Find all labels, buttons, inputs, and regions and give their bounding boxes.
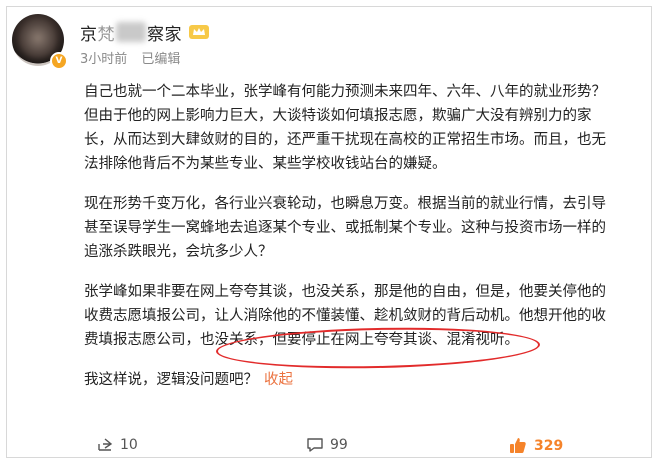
author-name-middle: 梵 bbox=[97, 24, 115, 45]
action-bar: 10 99 329 bbox=[0, 430, 660, 460]
author-name[interactable]: 京 梵 察家 bbox=[80, 20, 210, 45]
author-name-prefix: 京 bbox=[80, 24, 98, 45]
share-button[interactable]: 10 bbox=[96, 436, 138, 454]
post-header: V 京 梵 察家 3小时前 已编辑 bbox=[10, 10, 630, 70]
crown-icon bbox=[189, 25, 209, 39]
paragraph-2: 现在形势千变万化，各行业兴衰轮动，也瞬息万变。根据当前的就业行情，去引导 甚至误… bbox=[84, 192, 644, 264]
collapse-link[interactable]: 收起 bbox=[264, 372, 293, 388]
post-meta: 3小时前 已编辑 bbox=[80, 48, 180, 67]
name-redaction bbox=[116, 22, 146, 42]
paragraph-1: 自己也就一个二本毕业，张学峰有何能力预测未来四年、六年、八年的就业形势？ 但由于… bbox=[84, 80, 644, 176]
verified-badge: V bbox=[50, 52, 68, 70]
avatar-blur bbox=[20, 20, 56, 60]
text-line: 收费志愿填报公司，让人消除他的不懂装懂、趁机敛财的背后动机。他想开他的收 bbox=[84, 308, 606, 324]
comment-count: 99 bbox=[330, 437, 348, 453]
thumbs-up-icon bbox=[510, 438, 526, 453]
share-count: 10 bbox=[120, 437, 138, 453]
author-name-suffix: 察家 bbox=[147, 24, 182, 45]
text-line: 我这样说，逻辑没问题吧？ 收起 bbox=[84, 368, 644, 392]
paragraph-4: 我这样说，逻辑没问题吧？ 收起 bbox=[84, 368, 644, 392]
text-line: 自己也就一个二本毕业，张学峰有何能力预测未来四年、六年、八年的就业形势？ bbox=[84, 84, 606, 100]
comment-icon bbox=[307, 438, 323, 452]
like-count: 329 bbox=[534, 438, 564, 454]
text-line: 张学峰如果非要在网上夸夸其谈，也没关系，那是他的自由，但是，他要关停他的 bbox=[84, 284, 606, 300]
text-line: 现在形势千变万化，各行业兴衰轮动，也瞬息万变。根据当前的就业行情，去引导 bbox=[84, 196, 606, 212]
text-line: 但由于他的网上影响力巨大，大谈特谈如何填报志愿，欺骗广大没有辨别力的家 bbox=[84, 108, 592, 124]
edited-label[interactable]: 已编辑 bbox=[141, 52, 180, 67]
text-line: 追涨杀跌眼光，会坑多少人？ bbox=[84, 244, 273, 260]
closing-question: 我这样说，逻辑没问题吧？ bbox=[84, 372, 258, 388]
text-line: 法排除他背后不为某些专业、某些学校收钱站台的嫌疑。 bbox=[84, 156, 447, 172]
like-button[interactable]: 329 bbox=[508, 436, 563, 456]
text-line: 长，从而达到大肆敛财的目的，还严重干扰现在高校的正常招生市场。而且，也无 bbox=[84, 132, 606, 148]
comment-button[interactable]: 99 bbox=[306, 436, 348, 454]
text-line: 甚至误导学生一窝蜂地去追逐某个专业、或抵制某个专业。这种与投资市场一样的 bbox=[84, 220, 606, 236]
post-time: 3小时前 bbox=[80, 52, 128, 67]
share-icon bbox=[98, 438, 113, 451]
